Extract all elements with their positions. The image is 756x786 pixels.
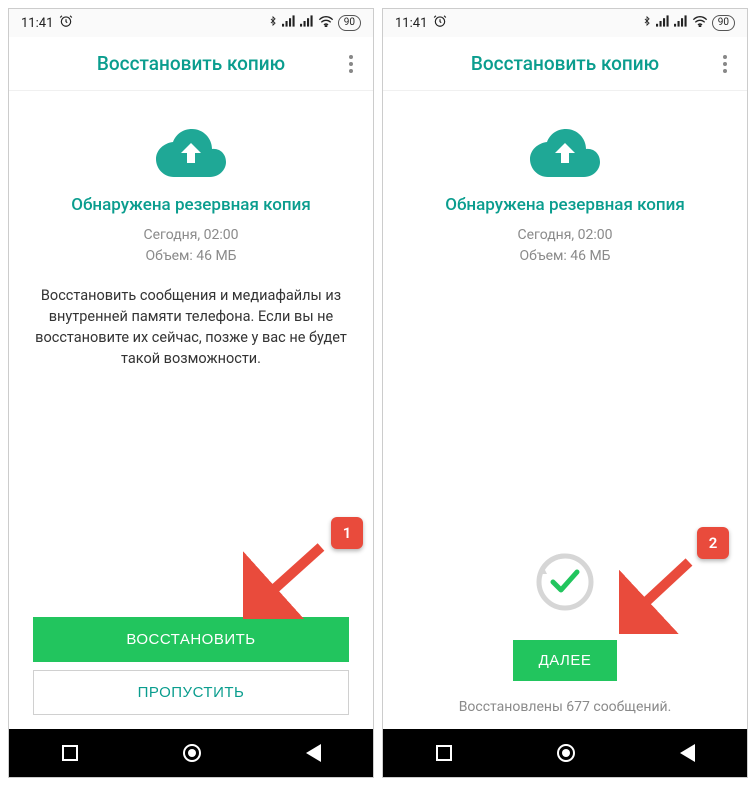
backup-time: Сегодня, 02:00 (143, 225, 238, 246)
nav-bar (9, 729, 373, 777)
bluetooth-icon (642, 14, 652, 32)
backup-found-title: Обнаружена резервная копия (445, 195, 685, 215)
nav-home-icon[interactable] (557, 744, 575, 762)
callout-badge: 1 (331, 517, 363, 549)
wifi-icon (318, 15, 334, 31)
content-area: Обнаружена резервная копия Сегодня, 02:0… (9, 91, 373, 729)
backup-size: Объем: 46 МБ (520, 246, 611, 267)
signal-icon (656, 15, 670, 31)
nav-home-icon[interactable] (183, 744, 201, 762)
restored-count-text: Восстановлены 677 сообщений. (459, 699, 672, 715)
next-button[interactable]: ДАЛЕЕ (513, 640, 618, 681)
more-options-icon[interactable] (343, 49, 359, 79)
signal-icon-2 (674, 15, 688, 31)
signal-icon (282, 15, 296, 31)
app-bar: Восстановить копию (9, 37, 373, 91)
status-time: 11:41 (395, 16, 427, 31)
backup-found-title: Обнаружена резервная копия (71, 195, 311, 215)
cloud-upload-icon (156, 129, 226, 177)
wifi-icon (692, 15, 708, 31)
more-options-icon[interactable] (717, 49, 733, 79)
restore-complete-icon (535, 552, 595, 612)
phone-screen-2: 11:41 90 (382, 8, 748, 778)
status-time: 11:41 (21, 16, 53, 31)
bluetooth-icon (268, 14, 278, 32)
phone-screen-1: 11:41 90 (8, 8, 374, 778)
restore-button[interactable]: ВОССТАНОВИТЬ (33, 617, 349, 662)
signal-icon-2 (300, 15, 314, 31)
app-bar-title: Восстановить копию (471, 52, 659, 75)
cloud-upload-icon (530, 129, 600, 177)
content-area: Обнаружена резервная копия Сегодня, 02:0… (383, 91, 747, 729)
backup-size: Объем: 46 МБ (146, 246, 237, 267)
status-bar: 11:41 90 (383, 9, 747, 37)
alarm-icon (59, 14, 73, 32)
status-bar: 11:41 90 (9, 9, 373, 37)
nav-back-icon[interactable] (680, 744, 695, 762)
alarm-icon (433, 14, 447, 32)
app-bar: Восстановить копию (383, 37, 747, 91)
battery-indicator: 90 (712, 15, 735, 31)
callout-1: 1 (331, 517, 363, 549)
nav-bar (383, 729, 747, 777)
battery-indicator: 90 (338, 15, 361, 31)
arrow-icon (619, 554, 699, 634)
arrow-icon (243, 539, 333, 619)
app-bar-title: Восстановить копию (97, 52, 285, 75)
backup-description: Восстановить сообщения и медиафайлы из в… (33, 285, 349, 369)
nav-back-icon[interactable] (306, 744, 321, 762)
skip-button[interactable]: ПРОПУСТИТЬ (33, 670, 349, 715)
nav-recent-icon[interactable] (436, 745, 452, 761)
backup-time: Сегодня, 02:00 (517, 225, 612, 246)
nav-recent-icon[interactable] (62, 745, 78, 761)
